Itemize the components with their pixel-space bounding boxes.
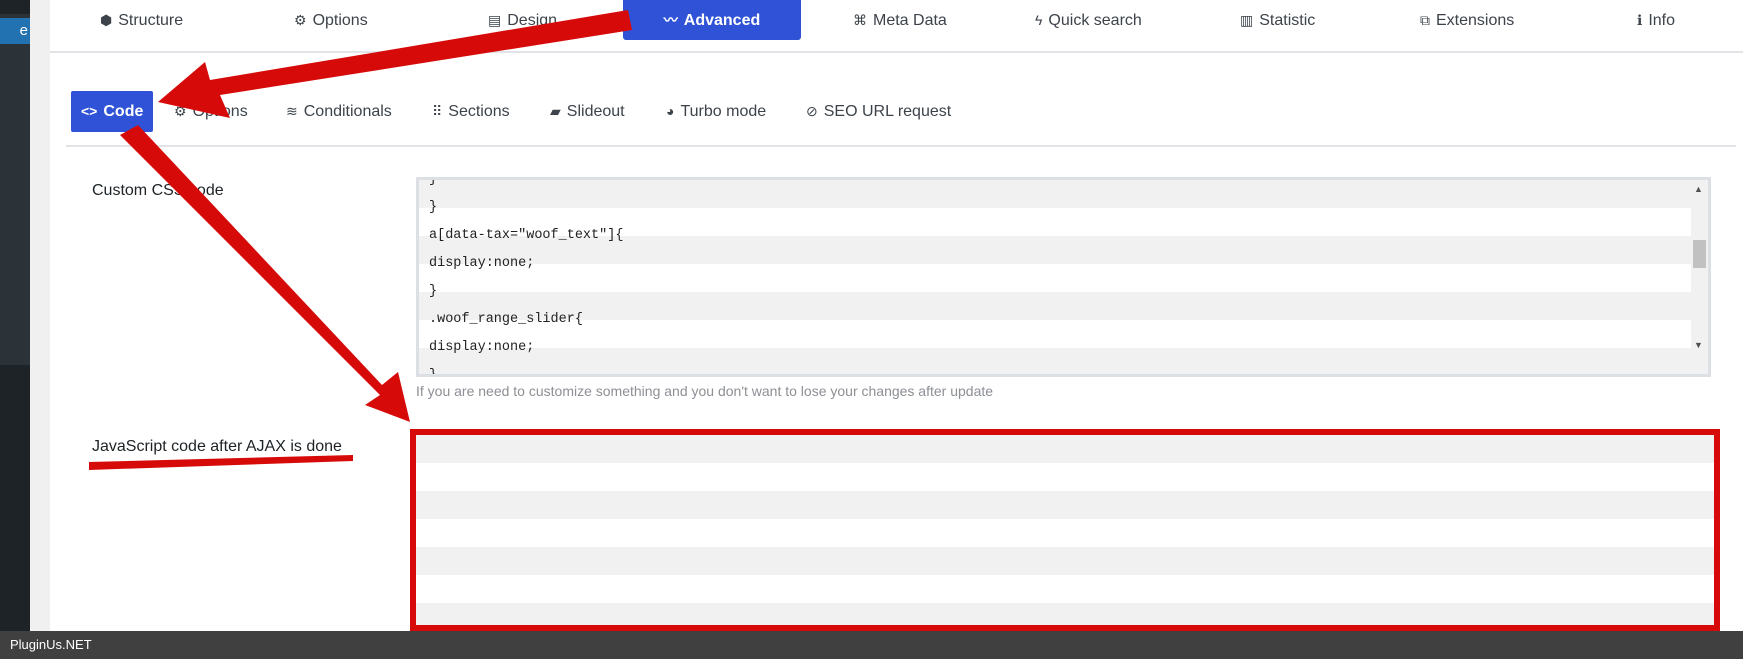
tab-quick-search[interactable]: ϟ Quick search [1035,0,1142,40]
scroll-up-icon[interactable]: ▲ [1694,184,1703,194]
main-tabs: ⬢ Structure ⚙ Options ▤ Design 〰 Advanced ⌘ M… [50,0,1743,53]
tab-label: Quick search [1048,12,1142,29]
cubes-icon: ⬢ [100,12,113,28]
gear-icon: ⚙ [294,12,307,28]
tab-advanced[interactable]: 〰 Advanced [623,0,801,40]
tab-label: Extensions [1436,12,1515,29]
tab-label: Statistic [1259,12,1316,29]
tab-label: Advanced [683,12,761,29]
subtab-options[interactable]: ⚙ Options [174,91,248,132]
subtab-label: Slideout [566,103,625,120]
subtab-label: Code [103,103,144,120]
subtab-slideout[interactable]: ▰ Slideout [550,91,625,132]
wp-admin-sidebar: e [0,0,38,631]
tab-label: Design [507,12,558,29]
js-after-ajax-textarea[interactable] [410,429,1720,631]
scrollbar-thumb[interactable] [1693,240,1706,268]
tab-label: Options [312,12,368,29]
bolt-icon: ϟ [1035,12,1043,28]
custom-css-label: Custom CSS code [92,182,224,199]
subtab-conditionals[interactable]: ≋ Conditionals [286,91,392,132]
css-line: } [429,284,438,299]
gauge-icon: ◕ [666,103,675,119]
bar-chart-icon: ▥ [1240,12,1254,28]
tab-label: Meta Data [873,12,947,29]
sub-tabs: <> Code ⚙ Options ≋ Conditionals ⠿ Sections … [66,91,1736,147]
scroll-down-icon[interactable]: ▼ [1694,340,1703,350]
gear-icon: ⚙ [174,103,187,119]
tab-label: Info [1648,12,1676,29]
css-line: display:none; [429,256,535,271]
sidebar-top [0,0,30,14]
footer-brand: PluginUs.NET [0,631,1743,659]
tab-design[interactable]: ▤ Design [488,0,557,40]
sidebar-bottom [0,365,30,631]
css-line: } [429,368,438,377]
subtab-label: Sections [448,103,510,120]
css-scrollbar[interactable]: ▲ ▼ [1691,180,1708,374]
subtab-seo-url-request[interactable]: ⊘ SEO URL request [806,91,951,132]
tab-options[interactable]: ⚙ Options [294,0,368,40]
subtab-sections[interactable]: ⠿ Sections [432,91,510,132]
code-icon: <> [81,103,98,119]
tab-structure[interactable]: ⬢ Structure [100,0,183,40]
css-hint: If you are need to customize something a… [416,383,994,399]
approx-icon: ≋ [286,103,298,119]
tab-meta-data[interactable]: ⌘ Meta Data [853,0,947,40]
subtab-turbo-mode[interactable]: ◕ Turbo mode [666,91,766,132]
sidebar-current-item[interactable]: e [0,18,38,44]
tab-info[interactable]: ℹ Info [1637,0,1675,40]
subtab-label: Conditionals [303,103,392,120]
css-line: .woof_range_slider{ [429,312,583,327]
css-line: } [429,177,438,187]
subtab-code[interactable]: <> Code [71,91,154,132]
wave-icon: 〰 [663,12,678,28]
info-icon: ℹ [1637,12,1643,28]
js-after-ajax-label: JavaScript code after AJAX is done [92,438,342,455]
custom-css-textarea[interactable]: } } a[data-tax="woof_text"]{ display:non… [416,177,1711,377]
subtab-label: SEO URL request [823,103,952,120]
css-line: a[data-tax="woof_text"]{ [429,228,624,243]
css-line: } [429,200,438,215]
tab-label: Structure [118,12,184,29]
css-line: display:none; [429,340,535,355]
puzzle-icon: ⧉ [1420,12,1430,28]
design-icon: ▤ [488,12,502,28]
subtab-label: Turbo mode [680,103,767,120]
tab-extensions[interactable]: ⧉ Extensions [1420,0,1514,40]
nodes-icon: ⌘ [853,12,867,28]
link-icon: ⊘ [806,103,818,119]
tab-statistic[interactable]: ▥ Statistic [1240,0,1315,40]
subtab-label: Options [192,103,248,120]
truck-icon: ▰ [550,103,561,119]
grid-icon: ⠿ [432,103,443,119]
